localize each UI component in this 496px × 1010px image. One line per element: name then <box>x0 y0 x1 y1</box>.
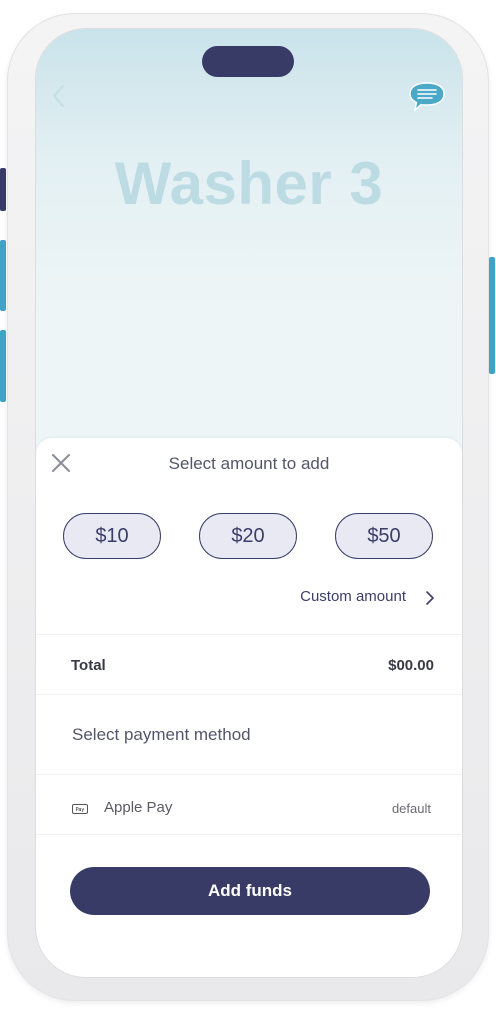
chat-bubble-icon[interactable] <box>408 81 446 113</box>
chevron-right-icon <box>424 590 436 606</box>
power-button <box>489 257 495 374</box>
divider <box>36 634 462 635</box>
amount-20-button[interactable]: $20 <box>199 513 297 559</box>
divider <box>36 694 462 695</box>
volume-up-button <box>0 240 6 311</box>
payment-method-heading: Select payment method <box>72 725 251 744</box>
amount-10-button[interactable]: $10 <box>63 513 161 559</box>
add-funds-button[interactable]: Add funds <box>70 867 430 915</box>
divider <box>36 774 462 775</box>
divider <box>36 834 462 835</box>
payment-method-label: Apple Pay <box>104 799 173 816</box>
app-screen: Washer 3 Select amount to add $10 $20 $5… <box>36 29 462 977</box>
total-label: Total <box>71 657 106 674</box>
custom-amount-label: Custom amount <box>300 588 406 605</box>
amount-50-button[interactable]: $50 <box>335 513 433 559</box>
action-button <box>0 168 6 211</box>
custom-amount-link[interactable]: Custom amount <box>276 588 436 610</box>
add-funds-sheet: Select amount to add $10 $20 $50 Custom … <box>36 438 462 977</box>
chevron-left-icon[interactable] <box>50 83 70 109</box>
dynamic-island <box>202 46 294 77</box>
payment-method-apple-pay[interactable]: Pay Apple Pay default <box>36 790 462 830</box>
apple-pay-icon: Pay <box>72 804 88 814</box>
page-title: Washer 3 <box>114 150 384 217</box>
default-badge: default <box>391 801 431 816</box>
sheet-title: Select amount to add <box>168 454 330 473</box>
total-value: $00.00 <box>388 657 434 674</box>
volume-down-button <box>0 330 6 402</box>
